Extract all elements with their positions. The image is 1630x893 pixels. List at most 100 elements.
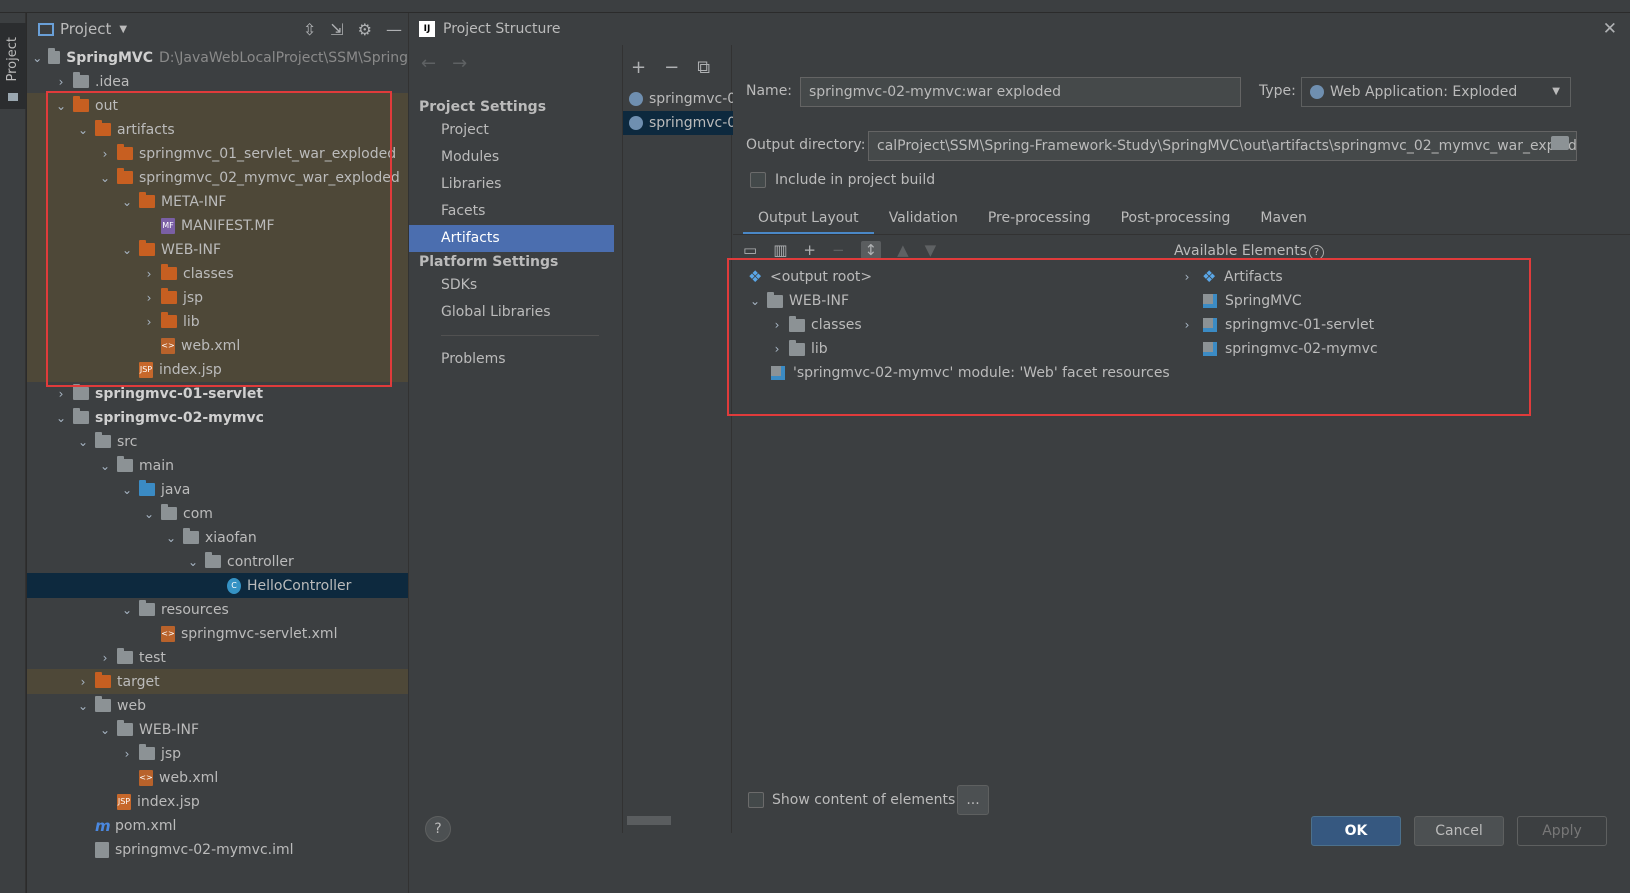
- add-element-icon[interactable]: +: [803, 241, 816, 259]
- chevron-down-icon[interactable]: ⌄: [185, 555, 201, 569]
- tree-label: java: [161, 481, 191, 498]
- nav-item-sdks[interactable]: SDKs: [409, 272, 614, 299]
- show-content-checkbox[interactable]: [748, 792, 764, 808]
- tree-label: jsp: [161, 745, 182, 762]
- chevron-down-icon[interactable]: ⌄: [97, 723, 113, 737]
- back-arrow-icon[interactable]: ←: [421, 53, 452, 74]
- type-select[interactable]: Web Application: Exploded ▼: [1301, 77, 1571, 107]
- hide-icon[interactable]: —: [386, 20, 402, 39]
- chevron-right-icon[interactable]: ›: [75, 675, 91, 689]
- tree-row[interactable]: ⌄ xiaofan: [27, 525, 408, 550]
- move-down-icon[interactable]: ▼: [925, 241, 937, 259]
- tree-row[interactable]: ⌄ springmvc-02-mymvc: [27, 405, 408, 430]
- nav-item-modules[interactable]: Modules: [409, 144, 614, 171]
- artifact-tabs: Output Layout Validation Pre-processing …: [743, 203, 1322, 235]
- help-button[interactable]: ?: [425, 816, 451, 842]
- chevron-down-icon[interactable]: ⌄: [97, 459, 113, 473]
- more-button[interactable]: ...: [957, 785, 989, 815]
- expand-all-icon[interactable]: ⇳: [303, 20, 316, 39]
- tab-validation[interactable]: Validation: [874, 203, 973, 233]
- remove-element-icon[interactable]: −: [832, 241, 845, 259]
- tree-row[interactable]: JSP index.jsp: [27, 789, 408, 814]
- chevron-right-icon[interactable]: ›: [119, 747, 135, 761]
- chevron-down-icon[interactable]: ⌄: [53, 411, 69, 425]
- horizontal-scrollbar[interactable]: [627, 816, 671, 825]
- chevron-right-icon[interactable]: ›: [53, 387, 69, 401]
- tree-row[interactable]: ⌄ src: [27, 429, 408, 454]
- tree-row[interactable]: springmvc-02-mymvc.iml: [27, 837, 408, 862]
- browse-folder-icon[interactable]: [1551, 136, 1569, 150]
- forward-arrow-icon[interactable]: →: [452, 53, 483, 74]
- chevron-down-icon[interactable]: ⌄: [163, 531, 179, 545]
- nav-item-facets[interactable]: Facets: [409, 198, 614, 225]
- module-folder-icon: [73, 408, 89, 424]
- sort-icon[interactable]: ↕: [860, 241, 882, 259]
- nav-item-artifacts[interactable]: Artifacts: [409, 225, 614, 252]
- close-icon[interactable]: ✕: [1603, 19, 1617, 39]
- tree-row[interactable]: ⌄ web: [27, 693, 408, 718]
- class-icon: C: [227, 577, 241, 594]
- include-in-build-checkbox[interactable]: [750, 172, 766, 188]
- artifact-item[interactable]: springmvc-01-servlet:war exploded: [623, 87, 733, 111]
- apply-button[interactable]: Apply: [1517, 816, 1607, 846]
- chevron-down-icon[interactable]: ⌄: [75, 435, 91, 449]
- tree-row[interactable]: m pom.xml: [27, 813, 408, 838]
- cancel-button[interactable]: Cancel: [1414, 816, 1504, 846]
- chevron-right-icon[interactable]: ›: [53, 75, 69, 89]
- gear-icon[interactable]: ⚙: [358, 20, 372, 39]
- nav-item-project[interactable]: Project: [409, 117, 614, 144]
- excluded-folder-icon: [95, 672, 111, 688]
- chevron-down-icon: ▼: [1552, 86, 1560, 97]
- tab-pre-processing[interactable]: Pre-processing: [973, 203, 1106, 233]
- tab-output-layout[interactable]: Output Layout: [743, 203, 874, 235]
- chevron-down-icon[interactable]: ⌄: [141, 507, 157, 521]
- type-label: Type:: [1259, 83, 1296, 99]
- tree-row[interactable]: <> web.xml: [27, 765, 408, 790]
- tree-row[interactable]: ⌄ SpringMVC D:\JavaWebLocalProject\SSM\Spr…: [27, 45, 408, 70]
- add-icon[interactable]: +: [631, 57, 646, 78]
- tree-label: controller: [227, 553, 294, 570]
- chevron-down-icon[interactable]: ▼: [119, 24, 127, 35]
- copy-icon[interactable]: ⧉: [697, 57, 710, 78]
- nav-item-problems[interactable]: Problems: [409, 346, 614, 373]
- tree-label: springmvc-02-mymvc: [95, 409, 264, 426]
- project-header: Project ▼ ⇳ ⇲ ⚙ —: [27, 13, 408, 45]
- artifact-label: springmvc-02-mymvc:war exploded: [649, 115, 733, 131]
- remove-icon[interactable]: −: [664, 57, 679, 78]
- ok-button[interactable]: OK: [1311, 816, 1401, 846]
- tree-row[interactable]: ⌄ resources: [27, 597, 408, 622]
- project-view-title[interactable]: Project: [60, 20, 111, 38]
- chevron-down-icon[interactable]: ⌄: [31, 51, 44, 65]
- xml-file-icon: <>: [139, 769, 153, 786]
- tree-row[interactable]: ⌄ com: [27, 501, 408, 526]
- tab-post-processing[interactable]: Post-processing: [1106, 203, 1246, 233]
- tree-row[interactable]: › test: [27, 645, 408, 670]
- chevron-down-icon[interactable]: ⌄: [119, 603, 135, 617]
- tree-row[interactable]: ⌄ main: [27, 453, 408, 478]
- chevron-down-icon[interactable]: ⌄: [119, 483, 135, 497]
- output-directory-field[interactable]: calProject\SSM\Spring-Framework-Study\Sp…: [868, 131, 1577, 161]
- create-directory-icon[interactable]: ▭: [743, 241, 757, 259]
- folder-icon: [117, 456, 133, 472]
- tree-row[interactable]: › target: [27, 669, 408, 694]
- tree-row[interactable]: C HelloController: [27, 573, 408, 598]
- artifact-item[interactable]: springmvc-02-mymvc:war exploded: [623, 111, 733, 135]
- chevron-down-icon[interactable]: ⌄: [75, 699, 91, 713]
- tree-row[interactable]: › jsp: [27, 741, 408, 766]
- layout-toolbar: ▭ ▥ + − ↕ ▲ ▼: [743, 241, 936, 259]
- tab-maven[interactable]: Maven: [1245, 203, 1321, 233]
- project-stripe-button[interactable]: Project: [0, 23, 26, 109]
- tree-label: index.jsp: [137, 793, 200, 810]
- move-up-icon[interactable]: ▲: [897, 241, 909, 259]
- name-label: Name:: [746, 83, 793, 99]
- create-archive-icon[interactable]: ▥: [773, 241, 787, 259]
- nav-item-global-libraries[interactable]: Global Libraries: [409, 299, 614, 326]
- tree-row[interactable]: ⌄ controller: [27, 549, 408, 574]
- tree-row[interactable]: <> springmvc-servlet.xml: [27, 621, 408, 646]
- chevron-right-icon[interactable]: ›: [97, 651, 113, 665]
- tree-row[interactable]: ⌄ WEB-INF: [27, 717, 408, 742]
- collapse-all-icon[interactable]: ⇲: [330, 20, 343, 39]
- nav-item-libraries[interactable]: Libraries: [409, 171, 614, 198]
- tree-row[interactable]: ⌄ java: [27, 477, 408, 502]
- name-field[interactable]: springmvc-02-mymvc:war exploded: [800, 77, 1241, 107]
